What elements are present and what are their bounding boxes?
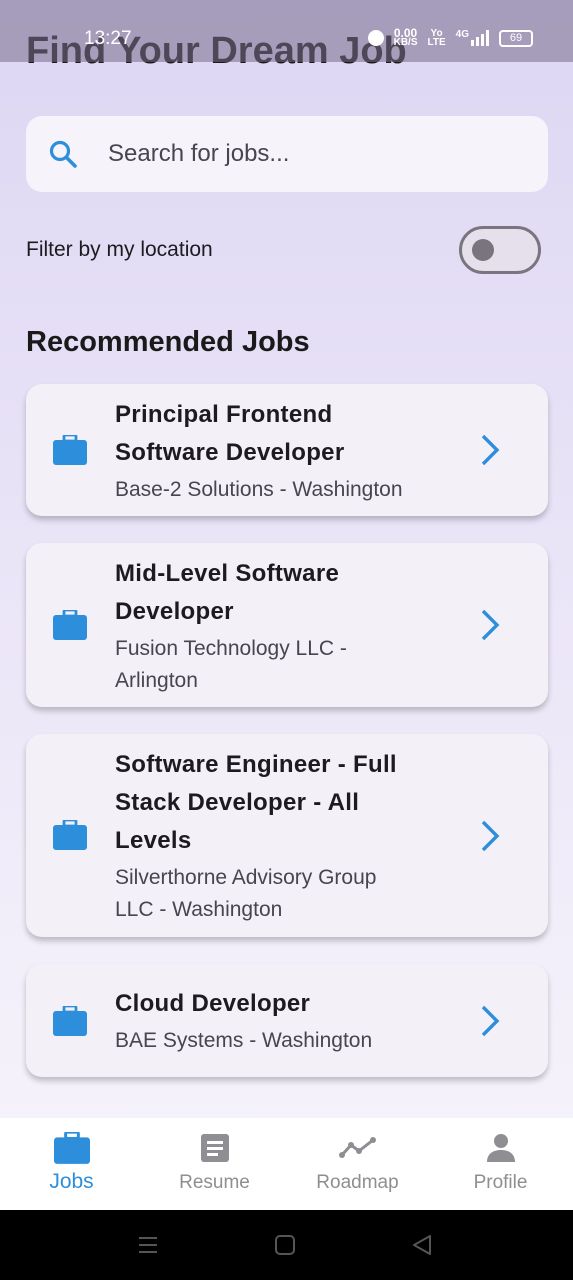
nav-label-jobs: Jobs [49, 1170, 94, 1193]
job-title: Cloud Developer [115, 985, 445, 1023]
net-speed: 0.00 KB/S [393, 27, 418, 48]
job-card[interactable]: Cloud Developer BAE Systems - Washington [26, 964, 548, 1077]
job-subtitle-line: Silverthorne Advisory Group [115, 866, 377, 889]
job-text: Software Engineer - Full Stack Developer… [115, 746, 445, 926]
trend-line-icon [338, 1137, 376, 1158]
job-title-line: Software Developer [115, 439, 345, 466]
nav-item-profile[interactable]: Profile [429, 1118, 572, 1210]
job-title: Principal Frontend Software Developer [115, 396, 445, 472]
nav-item-resume[interactable]: Resume [143, 1118, 286, 1210]
search-icon[interactable] [48, 139, 78, 169]
job-subtitle-line: Base-2 Solutions - Washington [115, 478, 403, 501]
system-navigation-bar [0, 1210, 573, 1280]
signal-bars-icon [471, 30, 489, 46]
job-text: Principal Frontend Software Developer Ba… [115, 396, 445, 506]
person-icon [486, 1134, 515, 1162]
job-title-line: Mid-Level Software [115, 560, 340, 587]
job-title-line: Software Engineer - Full [115, 751, 397, 778]
filter-location-toggle[interactable] [459, 226, 541, 274]
section-title-recommended: Recommended Jobs [26, 326, 310, 358]
battery-level: 69 [509, 32, 523, 44]
nav-item-roadmap[interactable]: Roadmap [286, 1118, 429, 1210]
job-text: Mid-Level Software Developer Fusion Tech… [115, 555, 445, 697]
chevron-right-icon[interactable] [478, 1004, 502, 1038]
status-time: 13:27 [84, 28, 132, 49]
job-title-line: Cloud Developer [115, 990, 311, 1017]
recent-apps-icon[interactable] [137, 1234, 159, 1256]
status-icons: 0.00 KB/S Yo LTE 4G 69 [367, 27, 533, 48]
nav-label-roadmap: Roadmap [316, 1172, 399, 1193]
chevron-right-icon[interactable] [478, 608, 502, 642]
volte-bottom: LTE [427, 37, 446, 48]
toggle-knob [472, 239, 494, 261]
alarm-icon [367, 30, 384, 46]
briefcase-icon [53, 435, 87, 465]
job-title: Software Engineer - Full Stack Developer… [115, 746, 445, 860]
status-bar: 13:27 0.00 KB/S Yo LTE 4G 69 [0, 0, 573, 62]
job-subtitle-line: Arlington [115, 669, 198, 692]
net-speed-unit: KB/S [393, 37, 418, 48]
job-subtitle-line: Fusion Technology LLC - [115, 637, 347, 660]
nav-label-resume: Resume [179, 1172, 250, 1193]
search-input[interactable] [108, 116, 528, 192]
briefcase-icon [53, 820, 87, 850]
signal-label: 4G [455, 29, 469, 40]
job-company-location: Silverthorne Advisory Group LLC - Washin… [115, 862, 445, 926]
home-icon[interactable] [274, 1234, 296, 1256]
job-title-line: Levels [115, 827, 192, 854]
job-text: Cloud Developer BAE Systems - Washington [115, 985, 445, 1057]
job-card[interactable]: Software Engineer - Full Stack Developer… [26, 734, 548, 937]
job-card[interactable]: Principal Frontend Software Developer Ba… [26, 384, 548, 516]
job-company-location: BAE Systems - Washington [115, 1025, 445, 1057]
job-title-line: Developer [115, 598, 234, 625]
job-subtitle-line: BAE Systems - Washington [115, 1029, 373, 1052]
signal-indicator: 4G [456, 30, 489, 46]
chevron-right-icon[interactable] [478, 819, 502, 853]
job-title-line: Principal Frontend [115, 401, 333, 428]
briefcase-icon [53, 1132, 90, 1164]
job-title-line: Stack Developer - All [115, 789, 360, 816]
job-company-location: Fusion Technology LLC - Arlington [115, 633, 445, 697]
document-icon [200, 1134, 229, 1162]
briefcase-icon [53, 1006, 87, 1036]
bottom-navigation: Jobs Resume Roadmap Profile [0, 1118, 573, 1210]
battery-icon: 69 [499, 29, 533, 47]
volte-indicator: Yo LTE [427, 29, 446, 48]
job-subtitle-line: LLC - Washington [115, 898, 283, 921]
chevron-right-icon[interactable] [478, 433, 502, 467]
briefcase-icon [53, 610, 87, 640]
back-icon[interactable] [411, 1234, 433, 1256]
job-card[interactable]: Mid-Level Software Developer Fusion Tech… [26, 543, 548, 707]
job-company-location: Base-2 Solutions - Washington [115, 474, 445, 506]
filter-location-label: Filter by my location [26, 238, 213, 261]
nav-item-jobs[interactable]: Jobs [0, 1118, 143, 1210]
nav-label-profile: Profile [473, 1172, 528, 1193]
job-title: Mid-Level Software Developer [115, 555, 445, 631]
